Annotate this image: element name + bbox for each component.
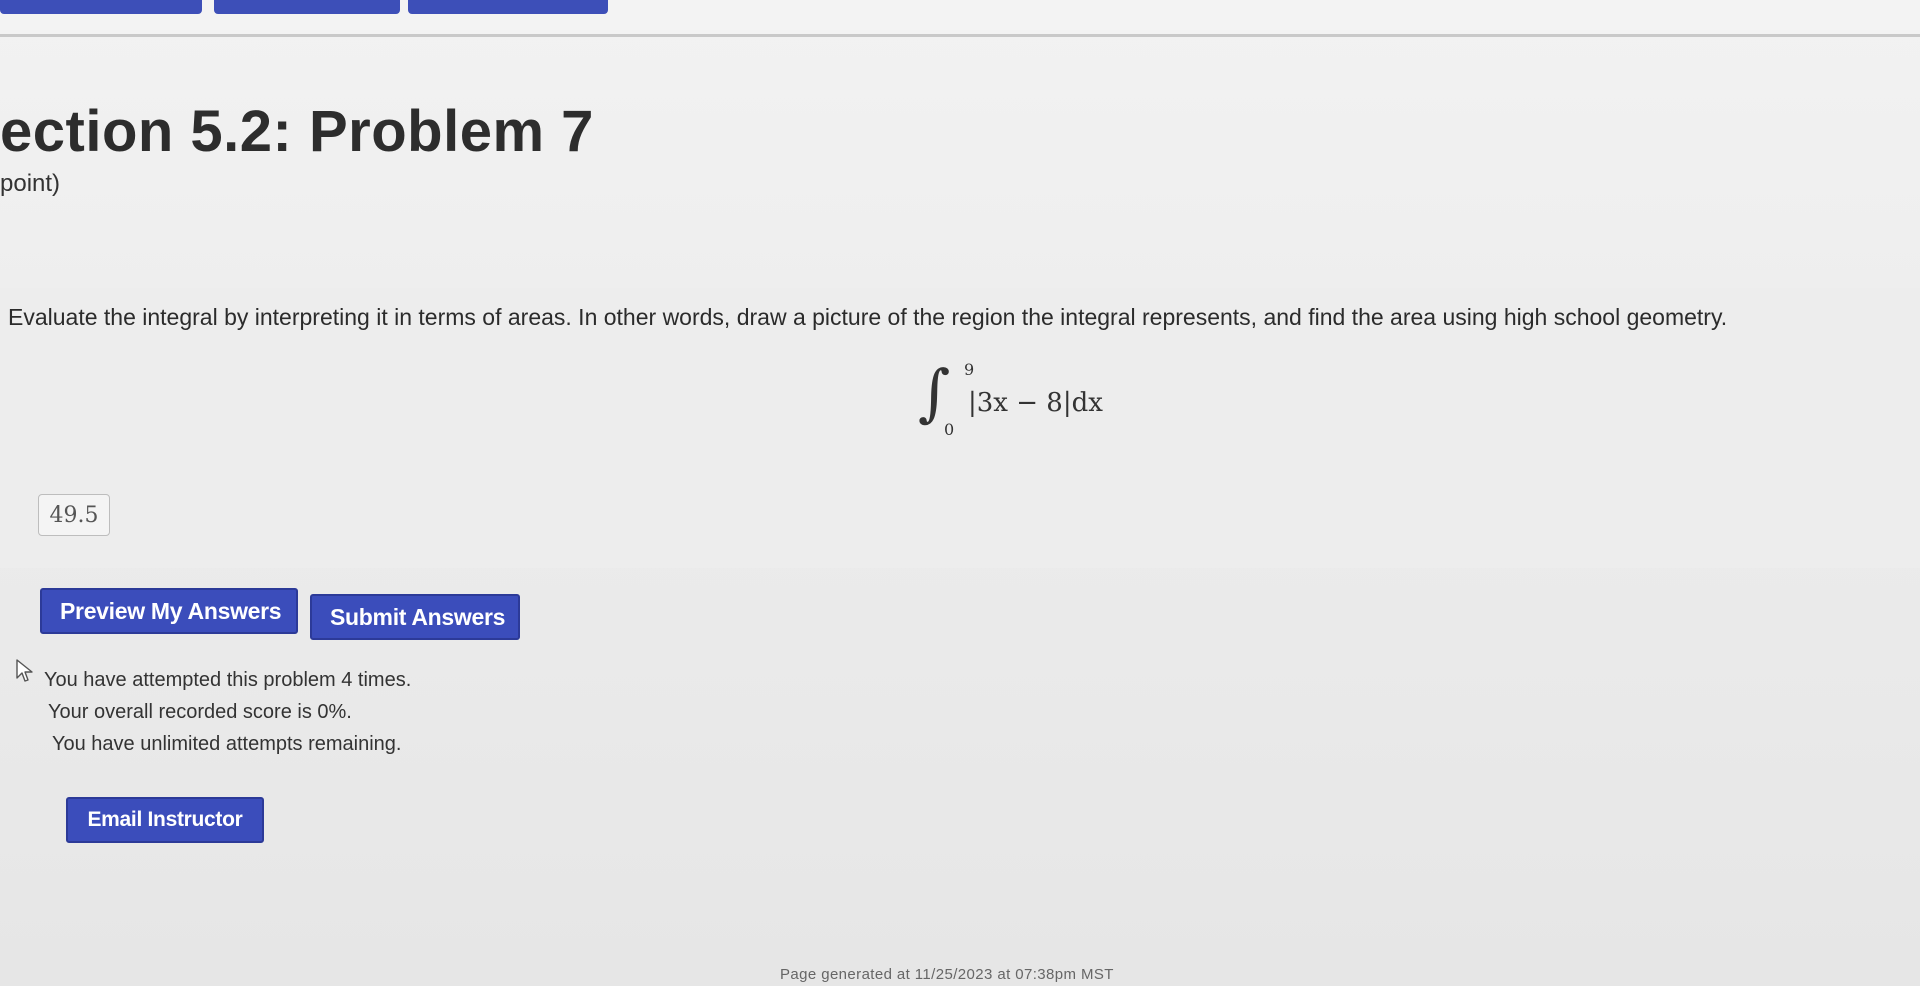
- problem-points: point): [0, 170, 61, 197]
- submit-answers-button[interactable]: Submit Answers: [310, 594, 520, 640]
- recorded-score-text: Your overall recorded score is 0%.: [48, 701, 352, 723]
- attempt-count-text: You have attempted this problem 4 times.: [44, 669, 412, 691]
- integral-expression: ∫ 9 0 |3x − 8|dx: [918, 356, 1138, 442]
- nav-button-2[interactable]: [214, 0, 400, 14]
- integrand: |3x − 8|dx: [968, 388, 1103, 418]
- page-title: ection 5.2: Problem 7: [0, 99, 594, 164]
- integral-upper-limit: 9: [964, 360, 975, 379]
- integral-lower-limit: 0: [944, 420, 955, 439]
- integral-sign: ∫: [918, 356, 951, 429]
- page-generated-footer: Page generated at 11/25/2023 at 07:38pm …: [780, 966, 1114, 983]
- nav-button-1[interactable]: [0, 0, 202, 14]
- attempt-status: You have attempted this problem 4 times.…: [44, 664, 411, 760]
- preview-answers-button[interactable]: Preview My Answers: [40, 588, 298, 634]
- answer-input[interactable]: [38, 494, 110, 536]
- nav-button-3[interactable]: [408, 0, 608, 14]
- email-instructor-button[interactable]: Email Instructor: [66, 797, 264, 843]
- pointer-cursor-icon: [16, 659, 33, 682]
- problem-statement: Evaluate the integral by interpreting it…: [8, 304, 1728, 330]
- webwork-problem-page: ection 5.2: Problem 7 point) Evaluate th…: [0, 0, 1920, 986]
- attempts-remaining-text: You have unlimited attempts remaining.: [52, 733, 402, 755]
- top-navigation-bar: [0, 0, 1920, 37]
